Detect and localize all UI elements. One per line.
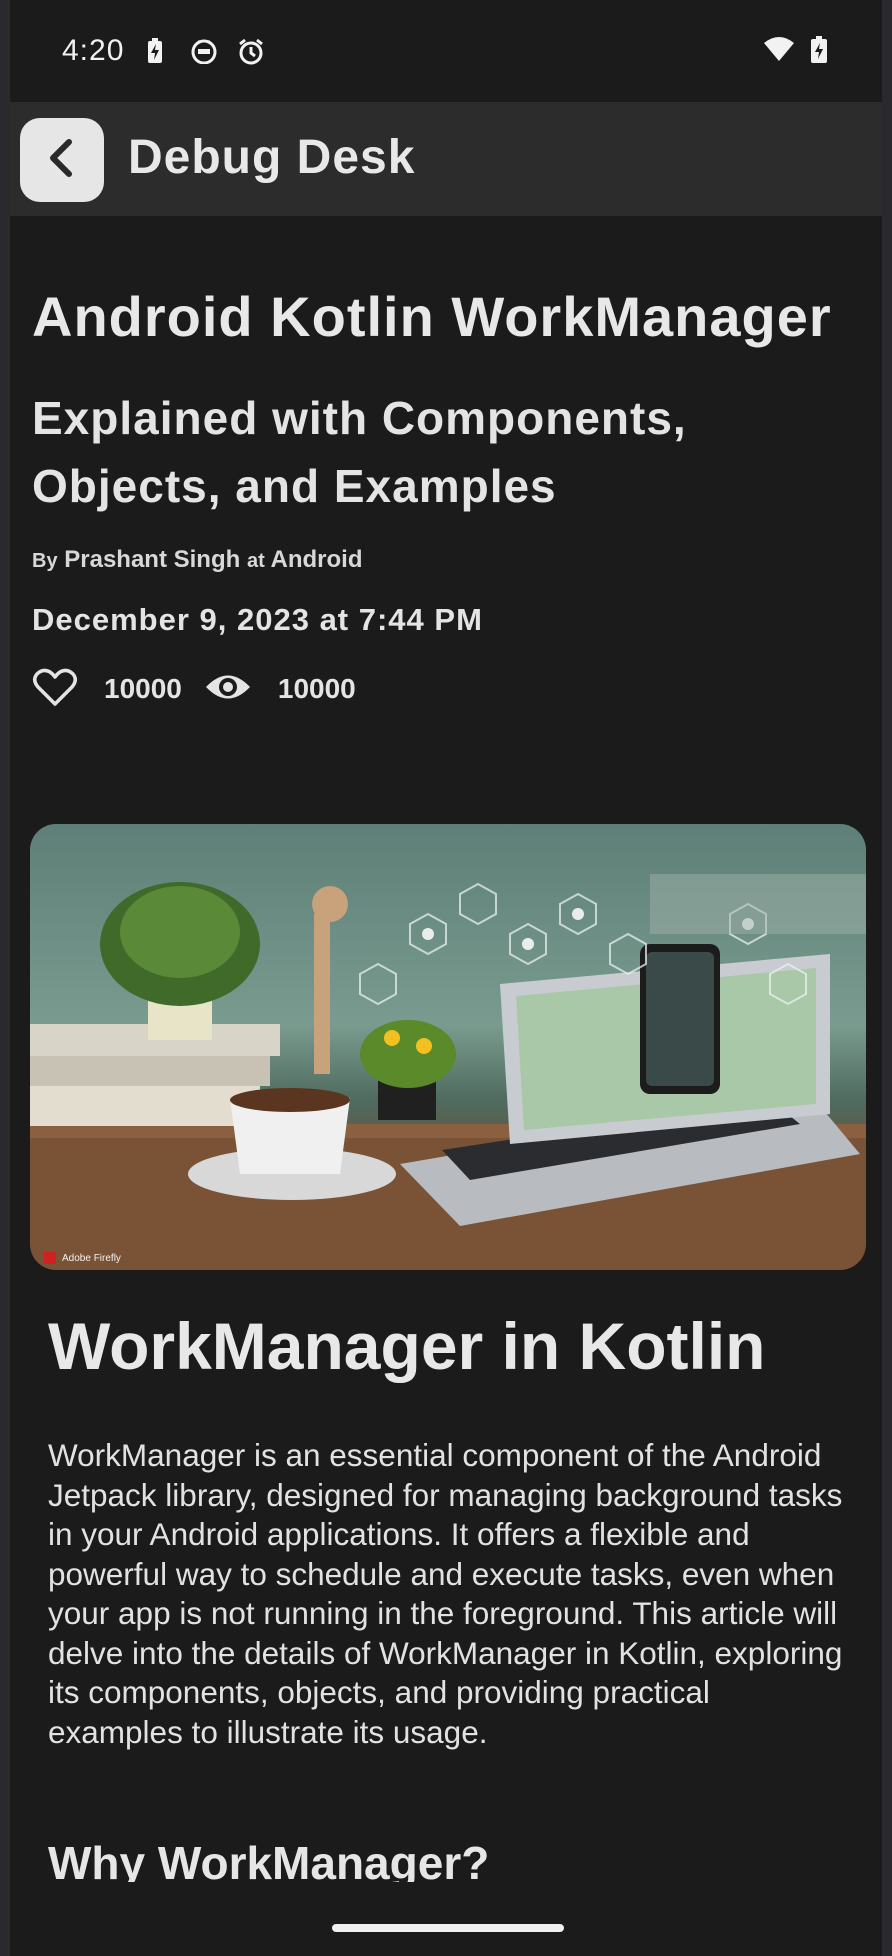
battery-icon xyxy=(810,36,828,69)
app-title: Debug Desk xyxy=(128,131,416,184)
notification-face-icon xyxy=(191,38,217,69)
status-bar: 4:20 xyxy=(10,0,882,102)
chevron-left-icon xyxy=(45,138,79,183)
heart-icon[interactable] xyxy=(32,667,78,712)
adobe-logo-icon xyxy=(44,1252,56,1264)
author-link[interactable]: Prashant Singh xyxy=(64,546,240,573)
section-heading: WorkManager in Kotlin xyxy=(48,1309,766,1383)
hero-caption: Adobe Firefly xyxy=(44,1252,121,1264)
byline-prefix: By xyxy=(32,550,58,572)
article-stats: 10000 10000 xyxy=(32,666,378,712)
battery-charging-icon xyxy=(147,38,163,69)
byline-at: at xyxy=(246,550,265,572)
eye-icon xyxy=(204,670,252,709)
hero-caption-text: Adobe Firefly xyxy=(62,1252,121,1264)
alarm-icon xyxy=(237,38,265,71)
article-title: Android Kotlin WorkManager xyxy=(32,285,832,348)
category-link[interactable]: Android xyxy=(271,546,363,573)
article-subtitle: Explained with Components, Objects, and … xyxy=(32,392,687,512)
gesture-nav-handle[interactable] xyxy=(332,1924,564,1932)
wifi-icon xyxy=(764,36,794,67)
status-time: 4:20 xyxy=(62,34,125,67)
section-subheading: Why WorkManager? xyxy=(48,1837,490,1882)
back-button[interactable] xyxy=(20,118,104,202)
views-count: 10000 xyxy=(277,673,356,704)
byline: By Prashant Singh at Android xyxy=(32,546,363,574)
publish-date: December 9, 2023 at 7:44 PM xyxy=(32,602,483,637)
top-app-bar: Debug Desk xyxy=(10,102,882,216)
likes-count: 10000 xyxy=(104,673,182,704)
body-paragraph: WorkManager is an essential component of… xyxy=(48,1437,843,1750)
hero-image: Adobe Firefly xyxy=(30,824,866,1270)
